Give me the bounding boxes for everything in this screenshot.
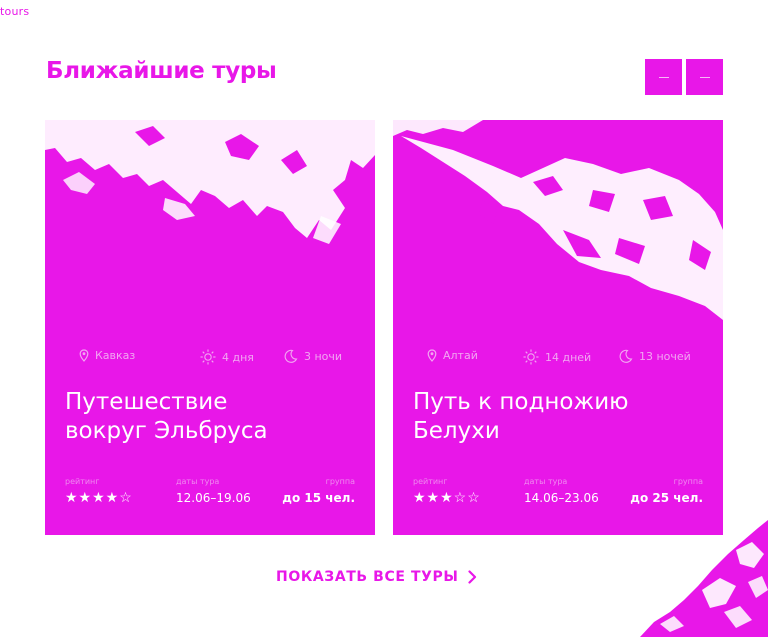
decorative-mountain-image <box>640 520 768 637</box>
tour-location: Алтай <box>427 349 478 362</box>
moon-icon <box>284 349 298 363</box>
tour-card[interactable]: Кавказ 4 дня 3 ночи Путешествие вокруг Э… <box>45 120 375 535</box>
show-all-tours-link[interactable]: ПОКАЗАТЬ ВСЕ ТУРЫ <box>276 569 477 585</box>
show-all-label: ПОКАЗАТЬ ВСЕ ТУРЫ <box>276 569 459 585</box>
nights-text: 13 ночей <box>639 350 691 363</box>
tour-title[interactable]: Путешествие вокруг Эльбруса <box>65 388 365 446</box>
tour-meta: Кавказ 4 дня 3 ночи <box>45 349 375 369</box>
carousel-next-button[interactable] <box>686 59 723 95</box>
tour-title[interactable]: Путь к подножию Белухи <box>413 388 713 446</box>
tour-title-line1: Путь к подножию <box>413 389 629 415</box>
tour-title-line1: Путешествие <box>65 389 228 415</box>
section-title: Ближайшие туры <box>46 58 277 84</box>
sun-icon <box>523 349 539 365</box>
rating-label: рейтинг <box>65 477 100 486</box>
tour-card[interactable]: Алтай 14 дней 13 ночей Путь к подножию Б… <box>393 120 723 535</box>
tour-title-line2: Белухи <box>413 418 500 444</box>
dates-label: даты тура <box>176 477 220 486</box>
tour-meta: Алтай 14 дней 13 ночей <box>393 349 723 369</box>
location-text: Кавказ <box>95 349 136 362</box>
logo[interactable]: tours <box>0 5 29 18</box>
tour-title-line2: вокруг Эльбруса <box>65 418 268 444</box>
group-label: группа <box>673 477 703 486</box>
rating-label: рейтинг <box>413 477 448 486</box>
tour-dates: 14.06–23.06 <box>524 491 599 505</box>
days-text: 14 дней <box>545 350 592 364</box>
tour-dates: 12.06–19.06 <box>176 491 251 505</box>
rating-stars: ★★★☆☆ <box>413 489 481 505</box>
tour-nights: 3 ночи <box>283 349 342 364</box>
tour-location: Кавказ <box>79 349 135 362</box>
days-text: 4 дня <box>222 350 254 364</box>
tour-days: 14 дней <box>523 349 591 365</box>
chevron-right-icon <box>468 570 477 584</box>
tour-nights: 13 ночей <box>618 349 691 364</box>
pin-icon <box>427 349 437 362</box>
carousel-prev-button[interactable] <box>645 59 682 95</box>
nights-text: 3 ночи <box>304 350 343 363</box>
rating-stars: ★★★★☆ <box>65 489 133 505</box>
tour-group-size: до 15 чел. <box>282 491 355 505</box>
pin-icon <box>79 349 89 362</box>
group-label: группа <box>325 477 355 486</box>
tour-photo <box>45 120 375 244</box>
sun-icon <box>200 349 216 365</box>
prev-dash-icon <box>658 76 669 78</box>
tour-days: 4 дня <box>200 349 254 365</box>
dates-label: даты тура <box>524 477 568 486</box>
tour-group-size: до 25 чел. <box>630 491 703 505</box>
tour-photo <box>393 120 723 320</box>
moon-icon <box>619 349 633 363</box>
location-text: Алтай <box>443 349 478 362</box>
next-dash-icon <box>699 76 710 78</box>
